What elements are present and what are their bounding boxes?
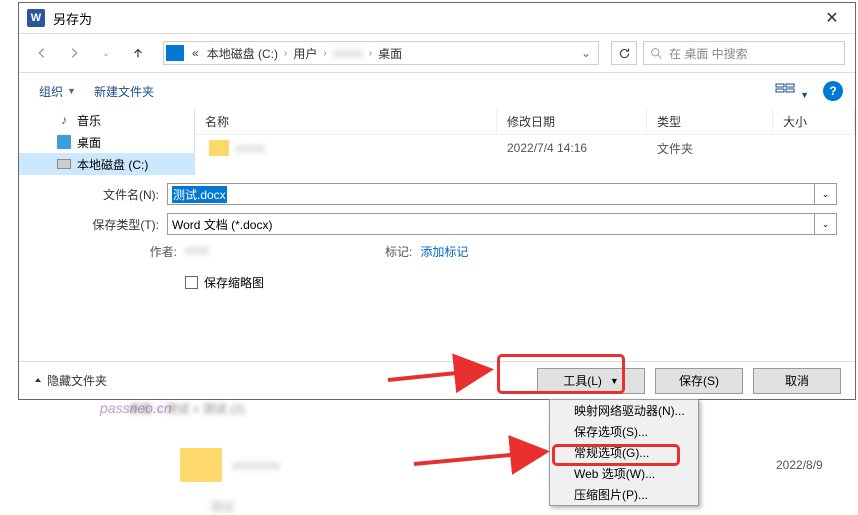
file-list: 名称 修改日期 类型 大小 xxxxx 2022/7/4 14:16 文件夹 (195, 109, 855, 175)
file-name: xxxxx (235, 141, 507, 155)
save-button[interactable]: 保存(S) (655, 368, 743, 394)
chevron-right-icon: › (282, 48, 289, 59)
view-button[interactable]: ▼ (771, 78, 813, 105)
background-row: xxxxxxxx 2022/8/9 (180, 448, 432, 482)
help-button[interactable]: ? (823, 81, 843, 101)
author-value[interactable]: xxxx (185, 243, 265, 260)
music-icon: ♪ (57, 113, 71, 127)
menu-map-network-drive[interactable]: 映射网络驱动器(N)... (550, 400, 698, 421)
search-placeholder: 在 桌面 中搜索 (669, 45, 748, 62)
sidebar: ♪ 音乐 桌面 本地磁盘 (C:) (19, 109, 195, 175)
new-folder-button[interactable]: 新建文件夹 (86, 79, 162, 104)
filename-label: 文件名(N): (37, 186, 167, 203)
back-button[interactable] (29, 40, 55, 66)
tag-value[interactable]: 添加标记 (420, 243, 468, 260)
organize-button[interactable]: 组织▼ (31, 79, 84, 104)
tools-button[interactable]: 工具(L)▼ (537, 368, 645, 394)
toolbar: 组织▼ 新建文件夹 ▼ ? (19, 73, 855, 109)
breadcrumb-item[interactable]: 用户 (289, 45, 321, 62)
file-row[interactable]: xxxxx 2022/7/4 14:16 文件夹 (195, 135, 855, 161)
sidebar-item-label: 音乐 (77, 112, 101, 129)
nav-bar: ⌄ « 本地磁盘 (C:) › 用户 › xxxxx › 桌面 ⌄ 在 桌面 中… (19, 33, 855, 73)
filename-dropdown[interactable]: ⌄ (815, 183, 837, 205)
desktop-icon (57, 135, 71, 149)
footer: 隐藏文件夹 工具(L)▼ 保存(S) 取消 (19, 361, 855, 399)
sidebar-item-label: 桌面 (77, 134, 101, 151)
breadcrumb-item[interactable]: xxxxx (329, 46, 367, 60)
search-input[interactable]: 在 桌面 中搜索 (643, 41, 845, 65)
forward-button[interactable] (61, 40, 87, 66)
column-headers: 名称 修改日期 类型 大小 (195, 109, 855, 135)
chevron-right-icon: › (321, 48, 328, 59)
word-icon: W (27, 9, 45, 27)
content-area: ♪ 音乐 桌面 本地磁盘 (C:) 名称 修改日期 类型 大小 xxxxx (19, 109, 855, 175)
breadcrumb-item[interactable]: 桌面 (374, 45, 406, 62)
form-area: 文件名(N): 测试.docx ⌄ 保存类型(T): Word 文档 (*.do… (19, 175, 855, 291)
refresh-button[interactable] (611, 41, 637, 65)
sidebar-item-drive-c[interactable]: 本地磁盘 (C:) (19, 153, 194, 175)
hide-folders-toggle[interactable]: 隐藏文件夹 (33, 372, 107, 389)
filetype-label: 保存类型(T): (37, 216, 167, 233)
recent-dropdown[interactable]: ⌄ (93, 40, 119, 66)
titlebar: W 另存为 ✕ (19, 3, 855, 33)
search-icon (650, 47, 663, 60)
author-label: 作者: (127, 243, 177, 260)
tools-menu: 映射网络驱动器(N)... 保存选项(S)... 常规选项(G)... Web … (549, 399, 699, 506)
folder-icon (209, 140, 229, 156)
close-button[interactable]: ✕ (811, 4, 853, 32)
menu-save-options[interactable]: 保存选项(S)... (550, 421, 698, 442)
menu-compress-pictures[interactable]: 压缩图片(P)... (550, 484, 698, 505)
breadcrumb-root[interactable]: « (188, 46, 203, 60)
cancel-button[interactable]: 取消 (753, 368, 841, 394)
save-as-dialog: W 另存为 ✕ ⌄ « 本地磁盘 (C:) › 用户 › xxxxx › 桌面 … (18, 2, 856, 400)
sidebar-item-music[interactable]: ♪ 音乐 (19, 109, 194, 131)
address-dropdown[interactable]: ⌄ (576, 46, 596, 60)
chevron-right-icon: › (367, 48, 374, 59)
up-button[interactable] (125, 40, 151, 66)
file-date: 2022/7/4 14:16 (507, 141, 657, 155)
thumbnail-label: 保存缩略图 (204, 274, 264, 291)
sidebar-item-desktop[interactable]: 桌面 (19, 131, 194, 153)
sidebar-item-label: 本地磁盘 (C:) (77, 156, 148, 173)
breadcrumb-item[interactable]: 本地磁盘 (C:) (203, 45, 282, 62)
header-name[interactable]: 名称 (195, 109, 497, 134)
header-type[interactable]: 类型 (647, 109, 773, 134)
menu-web-options[interactable]: Web 选项(W)... (550, 463, 698, 484)
filetype-select[interactable]: Word 文档 (*.docx) (167, 213, 815, 235)
filetype-dropdown[interactable]: ⌄ (815, 213, 837, 235)
background-breadcrumb: 桌面 » 测试 » 测试 (2) (128, 400, 245, 417)
background-text: 测试 (210, 498, 234, 515)
dialog-title: 另存为 (53, 9, 811, 28)
arrow-icon (414, 438, 554, 471)
drive-icon (166, 45, 184, 61)
background-date: 2022/8/9 (776, 458, 823, 472)
filename-input[interactable]: 测试.docx (167, 183, 815, 205)
file-type: 文件夹 (657, 140, 693, 157)
tag-label: 标记: (385, 243, 412, 260)
header-size[interactable]: 大小 (773, 109, 855, 134)
folder-icon (180, 448, 222, 482)
thumbnail-checkbox[interactable] (185, 276, 198, 289)
menu-general-options[interactable]: 常规选项(G)... (550, 442, 698, 463)
address-bar[interactable]: « 本地磁盘 (C:) › 用户 › xxxxx › 桌面 ⌄ (163, 41, 599, 65)
header-date[interactable]: 修改日期 (497, 109, 647, 134)
disk-icon (57, 157, 71, 171)
